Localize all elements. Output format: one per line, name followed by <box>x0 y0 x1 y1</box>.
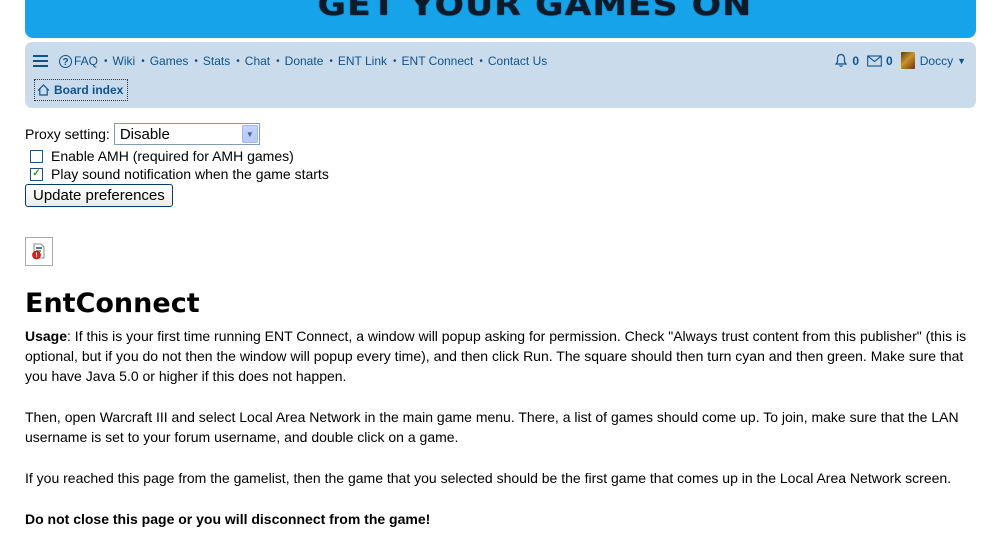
banner-slogan: GET YOUR GAMES ON <box>317 0 753 23</box>
avatar[interactable] <box>900 52 915 69</box>
help-icon: ? <box>59 54 72 68</box>
breadcrumb[interactable]: Board index <box>34 79 129 101</box>
usage-label: Usage <box>25 328 68 344</box>
page-title: EntConnect <box>25 288 200 319</box>
nav-separator: • <box>141 55 145 67</box>
usage-paragraph: Usage: If this is your first time runnin… <box>25 326 975 386</box>
nav-link-games[interactable]: Games <box>150 54 189 68</box>
preferences-form: Proxy setting: Disable ▼ Enable AMH (req… <box>25 123 329 207</box>
breadcrumb-board-index: Board index <box>54 83 124 97</box>
menu-icon[interactable] <box>33 55 48 67</box>
nav-link-ent-connect[interactable]: ENT Connect <box>402 54 474 68</box>
username-link[interactable]: Doccy <box>920 54 953 68</box>
nav-separator: • <box>479 55 483 67</box>
envelope-icon[interactable] <box>867 54 882 67</box>
proxy-select-value: Disable <box>119 125 170 143</box>
nav-separator: • <box>236 55 240 67</box>
nav-separator: • <box>393 55 397 67</box>
nav-link-chat[interactable]: Chat <box>245 54 270 68</box>
instructions-paragraph: Then, open Warcraft III and select Local… <box>25 409 959 445</box>
proxy-label: Proxy setting: <box>25 126 110 142</box>
user-controls: 0 0 Doccy ▼ <box>834 52 966 69</box>
main-content: EntConnect Usage: If this is your first … <box>25 288 975 550</box>
bell-icon[interactable] <box>834 53 848 68</box>
site-banner[interactable]: GET YOUR GAMES ON <box>25 0 976 38</box>
update-preferences-button[interactable]: Update preferences <box>25 184 173 207</box>
messages-count[interactable]: 0 <box>886 54 893 68</box>
notifications-count[interactable]: 0 <box>852 54 859 68</box>
broken-plugin-icon <box>32 243 45 259</box>
chevron-down-icon[interactable]: ▼ <box>957 56 966 66</box>
amh-checkbox[interactable] <box>30 149 43 163</box>
nav-link-ent-link[interactable]: ENT Link <box>338 54 387 68</box>
amh-label: Enable AMH (required for AMH games) <box>51 148 294 164</box>
sound-row: ✓ Play sound notification when the game … <box>25 166 329 182</box>
nav-link-contact-us[interactable]: Contact Us <box>488 54 547 68</box>
nav-link-wiki[interactable]: Wiki <box>113 54 136 68</box>
nav-separator: • <box>276 55 280 67</box>
amh-row: Enable AMH (required for AMH games) <box>25 148 329 164</box>
sound-label: Play sound notification when the game st… <box>51 166 329 182</box>
nav-link-donate[interactable]: Donate <box>285 54 324 68</box>
usage-text: : If this is your first time running ENT… <box>25 328 967 384</box>
navbar: ? FAQ • Wiki • Games • Stats • Chat • Do… <box>25 42 976 108</box>
nav-separator: • <box>104 55 108 67</box>
gamelist-paragraph: If you reached this page from the gameli… <box>25 470 952 486</box>
home-icon <box>37 84 50 96</box>
proxy-select[interactable]: Disable ▼ <box>113 123 260 145</box>
java-applet[interactable] <box>25 237 53 266</box>
warning-text: Do not close this page or you will disco… <box>25 511 431 527</box>
nav-separator: • <box>329 55 333 67</box>
sound-checkbox[interactable]: ✓ <box>30 167 43 181</box>
chevron-down-icon[interactable]: ▼ <box>241 125 258 143</box>
nav-links: ? FAQ • Wiki • Games • Stats • Chat • Do… <box>33 52 547 70</box>
nav-link-faq[interactable]: ? FAQ <box>59 54 98 68</box>
nav-separator: • <box>194 55 198 67</box>
proxy-row: Proxy setting: Disable ▼ <box>25 123 329 145</box>
nav-link-stats[interactable]: Stats <box>203 54 230 68</box>
